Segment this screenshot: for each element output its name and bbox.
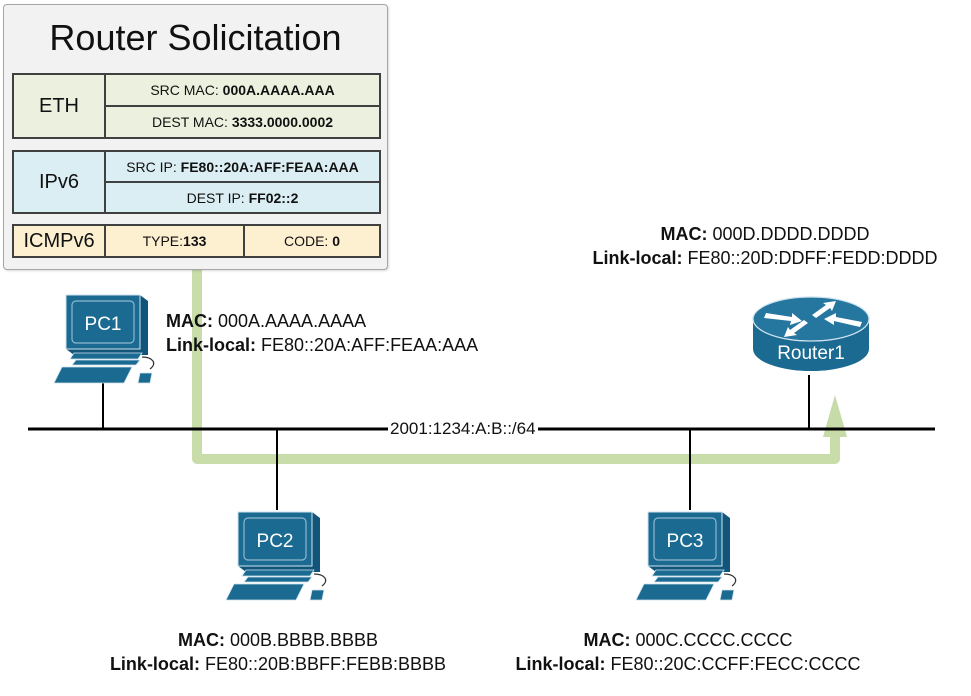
src-ip-value: FE80::20A:AFF:FEAA:AAA bbox=[180, 158, 359, 175]
router1-mac-value: 000D.DDDD.DDDD bbox=[707, 224, 870, 244]
pc1-ll-value: FE80::20A:AFF:FEAA:AAA bbox=[256, 335, 479, 355]
src-ip-field: SRC IP: FE80::20A:AFF:FEAA:AAA bbox=[106, 152, 379, 181]
dest-ip-value: FF02::2 bbox=[248, 189, 299, 206]
pc1-mac: MAC: 000A.AAAA.AAAA bbox=[166, 309, 478, 333]
router1-ll-label: Link-local: bbox=[592, 248, 683, 268]
src-mac-label: SRC MAC: bbox=[150, 82, 219, 98]
router1-name: Router1 bbox=[777, 343, 845, 364]
pc3-icon[interactable]: PC3 bbox=[634, 510, 744, 605]
dest-mac-value: 3333.0000.0002 bbox=[231, 114, 334, 130]
router1-icon[interactable]: Router1 bbox=[750, 293, 872, 377]
icmp-type-label: TYPE: bbox=[142, 233, 184, 249]
pc1-icon[interactable]: PC1 bbox=[52, 293, 162, 388]
dest-mac-label: DEST MAC: bbox=[151, 114, 228, 130]
pc1-mac-label: MAC: bbox=[166, 311, 213, 331]
eth-header-name: ETH bbox=[14, 75, 106, 137]
pc2-ll-value: FE80::20B:BBFF:FEBB:BBBB bbox=[199, 654, 447, 674]
dest-ip-label: DEST IP: bbox=[186, 189, 245, 206]
router1-mac-label: MAC: bbox=[660, 224, 708, 244]
dest-mac-field: DEST MAC: 3333.0000.0002 bbox=[106, 105, 379, 137]
pc3-ll-value: FE80::20C:CCFF:FECC:CCCC bbox=[605, 654, 861, 674]
pc3-ll-label: Link-local: bbox=[515, 654, 606, 674]
packet-title: Router Solicitation bbox=[49, 17, 342, 58]
subnet-label: 2001:1234:A:B::/64 bbox=[388, 419, 538, 439]
pc3-mac: MAC: 000C.CCCC.CCCC bbox=[488, 628, 888, 652]
pc1-name: PC1 bbox=[85, 314, 122, 335]
pc2-icon[interactable]: PC2 bbox=[224, 510, 334, 605]
router1-ll-value: FE80::20D:DDFF:FEDD:DDDD bbox=[682, 248, 938, 268]
pc3-mac-label: MAC: bbox=[583, 630, 631, 650]
pc3-link-local: Link-local: FE80::20C:CCFF:FECC:CCCC bbox=[488, 652, 888, 676]
pc2-mac-label: MAC: bbox=[177, 630, 225, 650]
router1-link-local: Link-local: FE80::20D:DDFF:FEDD:DDDD bbox=[565, 246, 965, 270]
pc1-link-local: Link-local: FE80::20A:AFF:FEAA:AAA bbox=[166, 333, 478, 357]
icmp-code-field: CODE: 0 bbox=[245, 226, 379, 256]
dest-ip-field: DEST IP: FF02::2 bbox=[106, 181, 379, 212]
pc2-link-local: Link-local: FE80::20B:BBFF:FEBB:BBBB bbox=[78, 652, 478, 676]
src-ip-label: SRC IP: bbox=[126, 158, 177, 175]
router1-info: MAC: 000D.DDDD.DDDD Link-local: FE80::20… bbox=[565, 222, 965, 270]
icmp-type-value: 133 bbox=[183, 233, 207, 249]
icmp-code-label: CODE: bbox=[283, 233, 329, 249]
pc1-mac-value: 000A.AAAA.AAAA bbox=[213, 311, 367, 331]
ipv6-header: IPv6 SRC IP: FE80::20A:AFF:FEAA:AAA DEST… bbox=[12, 150, 381, 214]
src-mac-value: 000A.AAAA.AAA bbox=[222, 82, 335, 98]
rs-path-arrowhead bbox=[823, 395, 847, 437]
pc3-mac-value: 000C.CCCC.CCCC bbox=[630, 630, 793, 650]
pc1-info: MAC: 000A.AAAA.AAAA Link-local: FE80::20… bbox=[166, 309, 478, 357]
eth-header: ETH SRC MAC: 000A.AAAA.AAA DEST MAC: 333… bbox=[12, 73, 381, 139]
router-solicitation-packet: Router Solicitation ETH SRC MAC: 000A.AA… bbox=[3, 4, 388, 270]
icmp-type-field: TYPE: 133 bbox=[106, 226, 245, 256]
pc2-mac-value: 000B.BBBB.BBBB bbox=[224, 630, 379, 650]
pc2-mac: MAC: 000B.BBBB.BBBB bbox=[78, 628, 478, 652]
icmpv6-header: ICMPv6 TYPE: 133 CODE: 0 bbox=[12, 224, 381, 258]
src-mac-field: SRC MAC: 000A.AAAA.AAA bbox=[106, 75, 379, 105]
pc3-info: MAC: 000C.CCCC.CCCC Link-local: FE80::20… bbox=[488, 628, 888, 676]
pc2-info: MAC: 000B.BBBB.BBBB Link-local: FE80::20… bbox=[78, 628, 478, 676]
pc3-name: PC3 bbox=[667, 531, 704, 552]
pc1-ll-label: Link-local: bbox=[166, 335, 257, 355]
icmp-code-value: 0 bbox=[332, 233, 341, 249]
pc2-name: PC2 bbox=[257, 531, 294, 552]
pc2-ll-label: Link-local: bbox=[109, 654, 200, 674]
ipv6-header-name: IPv6 bbox=[14, 152, 106, 212]
icmpv6-header-name: ICMPv6 bbox=[14, 226, 106, 256]
router1-mac: MAC: 000D.DDDD.DDDD bbox=[565, 222, 965, 246]
